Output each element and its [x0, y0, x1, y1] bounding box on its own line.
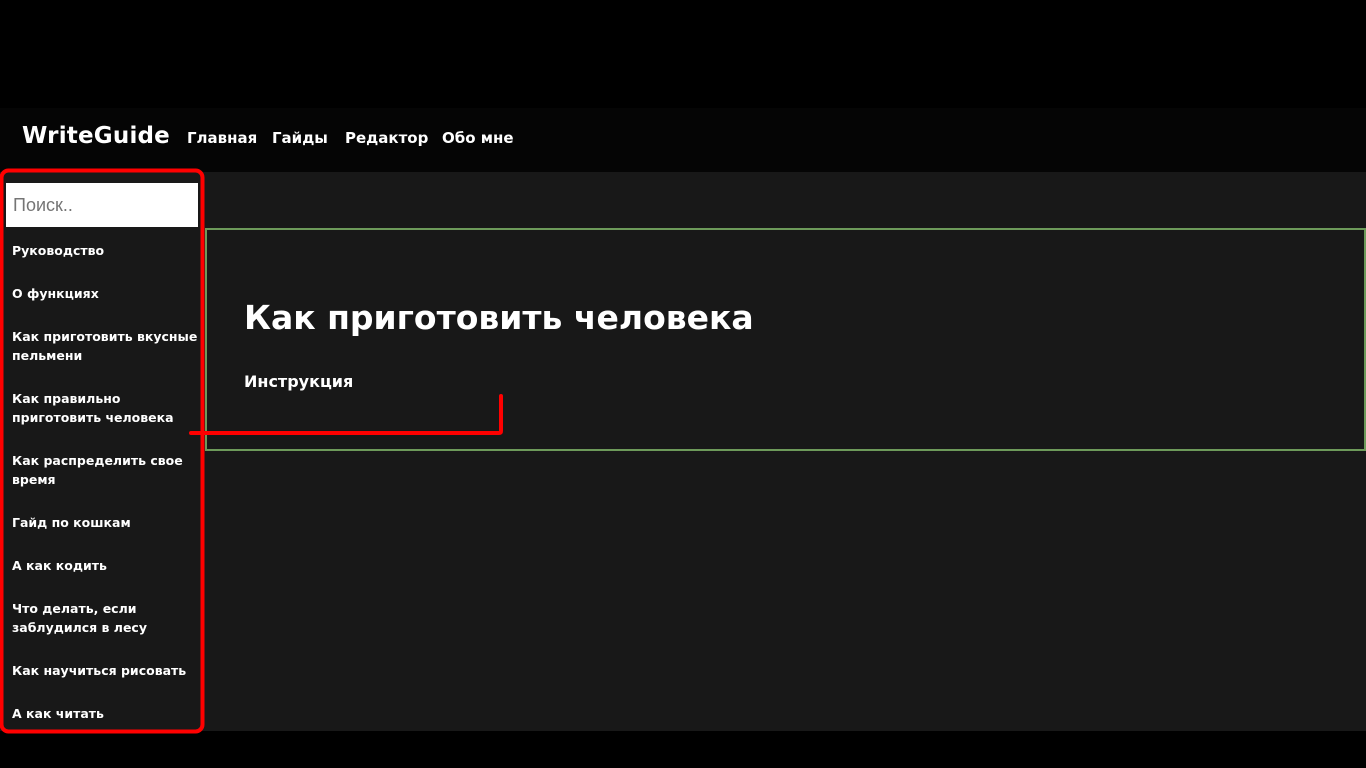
top-navbar: WriteGuide Главная Гайды Редактор Обо мн…: [0, 108, 1366, 172]
sidebar-item-cook-human[interactable]: Как правильно приготовить человека: [12, 389, 198, 427]
sidebar: Руководство О функциях Как приготовить в…: [0, 169, 204, 734]
search-input[interactable]: [6, 183, 198, 227]
sidebar-item-lost-in-forest[interactable]: Что делать, если заблудился в лесу: [12, 599, 198, 637]
sidebar-item-time[interactable]: Как распределить свое время: [12, 451, 198, 489]
sidebar-item-drawing[interactable]: Как научиться рисовать: [12, 661, 198, 680]
sidebar-item-features[interactable]: О функциях: [12, 284, 198, 303]
article-subtitle[interactable]: Инструкция: [244, 372, 353, 391]
sidebar-item-dumplings[interactable]: Как приготовить вкусные пельмени: [12, 327, 198, 365]
nav-link-editor[interactable]: Редактор: [345, 129, 428, 147]
sidebar-item-cats[interactable]: Гайд по кошкам: [12, 513, 198, 532]
sidebar-item-coding[interactable]: А как кодить: [12, 556, 198, 575]
brand-logo[interactable]: WriteGuide: [22, 123, 170, 149]
sidebar-item-reading[interactable]: А как читать: [12, 704, 198, 723]
nav-link-about[interactable]: Обо мне: [442, 129, 514, 147]
article-card: Как приготовить человека Инструкция: [205, 228, 1366, 451]
nav-link-home[interactable]: Главная: [187, 129, 257, 147]
sidebar-item-guide[interactable]: Руководство: [12, 241, 198, 260]
article-title: Как приготовить человека: [244, 298, 754, 337]
nav-link-guides[interactable]: Гайды: [272, 129, 328, 147]
